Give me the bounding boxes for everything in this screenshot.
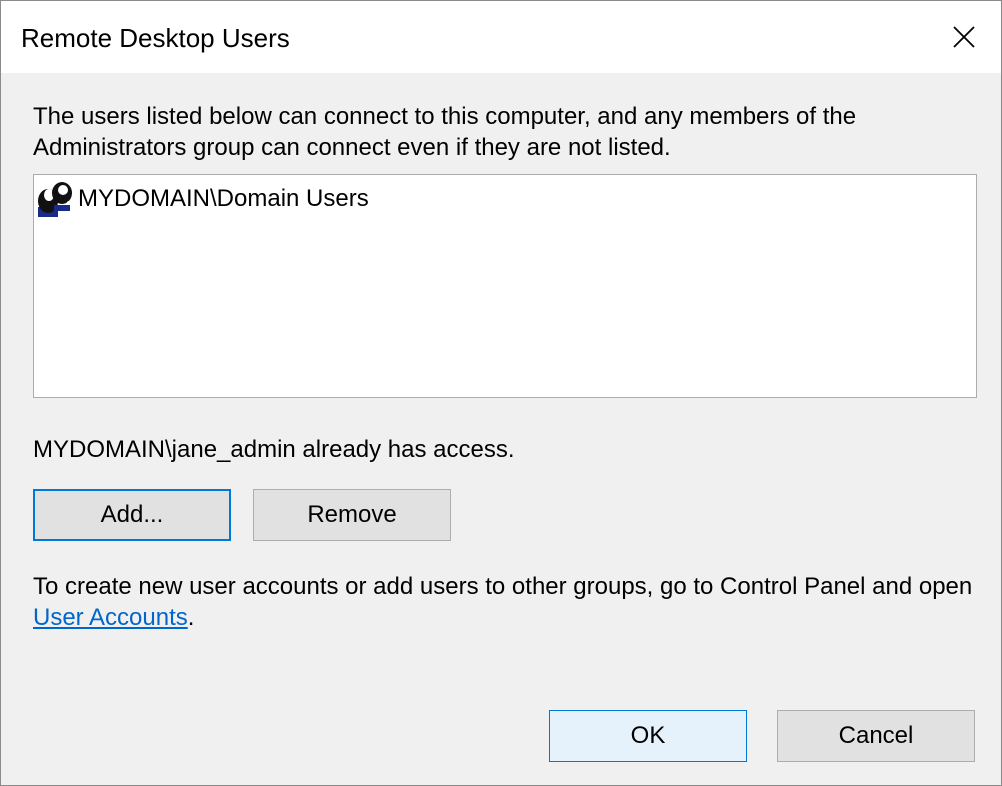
remove-button[interactable]: Remove xyxy=(253,489,451,541)
remote-desktop-users-dialog: Remote Desktop Users The users listed be… xyxy=(0,0,1002,786)
intro-text: The users listed below can connect to th… xyxy=(33,103,857,161)
cancel-button[interactable]: Cancel xyxy=(777,710,975,762)
ok-button[interactable]: OK xyxy=(549,710,747,762)
user-group-icon xyxy=(38,182,74,217)
user-accounts-link[interactable]: User Accounts xyxy=(33,604,188,631)
user-list[interactable]: MYDOMAIN\Domain Users xyxy=(33,174,977,398)
close-button[interactable] xyxy=(927,1,1001,73)
title-bar: Remote Desktop Users xyxy=(1,1,1001,73)
access-note: MYDOMAIN\jane_admin already has access. xyxy=(33,436,515,463)
close-icon xyxy=(953,26,975,48)
help-text-after: . xyxy=(187,604,195,631)
dialog-title: Remote Desktop Users xyxy=(21,23,290,53)
list-item-label: MYDOMAIN\Domain Users xyxy=(78,185,369,212)
add-button[interactable]: Add... xyxy=(33,489,231,541)
help-text: To create new user accounts or add users… xyxy=(33,571,983,633)
list-item[interactable]: MYDOMAIN\Domain Users xyxy=(36,179,369,219)
help-text-before: To create new user accounts or add users… xyxy=(33,573,973,600)
